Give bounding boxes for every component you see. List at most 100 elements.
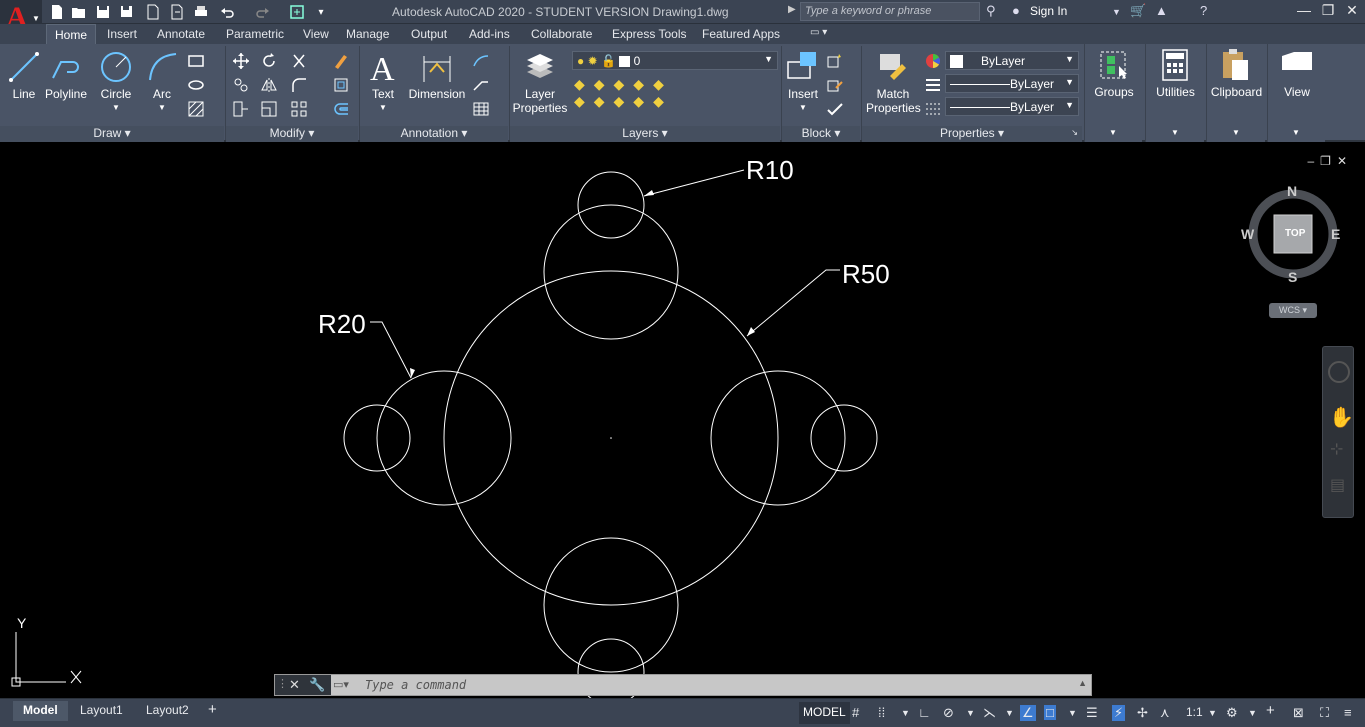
customize-menu-icon[interactable]: ≡ bbox=[1344, 705, 1352, 720]
a360-icon[interactable]: ▲ bbox=[1155, 3, 1168, 21]
customize-toolbar-icon[interactable]: ▾ bbox=[312, 3, 330, 21]
showmotion-icon[interactable]: ▤ bbox=[1330, 475, 1345, 495]
steering-wheel-icon[interactable] bbox=[1328, 361, 1350, 383]
chevron-down-icon[interactable]: ▼ bbox=[901, 708, 910, 718]
fullscreen-icon[interactable]: ⛶ bbox=[1320, 705, 1329, 721]
annotation-scale-value[interactable]: 1:1 bbox=[1186, 705, 1203, 719]
viewcube-top-face[interactable]: TOP bbox=[1285, 228, 1305, 239]
command-input[interactable]: Type a command bbox=[365, 678, 466, 692]
ortho-icon[interactable]: ∟ bbox=[918, 705, 931, 720]
arc-button[interactable]: Arc ▼ bbox=[146, 50, 178, 115]
isolate-objects-icon[interactable]: ⊠ bbox=[1293, 705, 1304, 721]
chevron-down-icon[interactable]: ▼ bbox=[1005, 708, 1014, 718]
circle-top-large[interactable] bbox=[543, 204, 679, 340]
tab-home[interactable]: Home bbox=[46, 24, 97, 45]
workspace-icon[interactable] bbox=[288, 3, 306, 21]
tab-insert[interactable]: Insert bbox=[107, 27, 137, 41]
search-input[interactable]: Type a keyword or phrase bbox=[800, 2, 980, 21]
save-web-icon[interactable] bbox=[168, 3, 186, 21]
edit-block-icon[interactable] bbox=[826, 76, 844, 94]
polyline-button[interactable]: Polyline bbox=[44, 50, 88, 101]
circle-right-small[interactable] bbox=[810, 404, 878, 472]
annotation-autoscale-icon[interactable]: ✢ bbox=[1137, 705, 1148, 721]
mirror-icon[interactable] bbox=[260, 76, 278, 94]
lineweight-icon[interactable] bbox=[924, 76, 942, 94]
viewport-restore-icon[interactable]: ❐ bbox=[1320, 154, 1337, 168]
utilities-panel[interactable]: Utilities ▼ bbox=[1145, 44, 1204, 142]
fillet-icon[interactable] bbox=[290, 76, 308, 94]
compass-south[interactable]: S bbox=[1288, 269, 1297, 285]
linetype-icon[interactable] bbox=[924, 100, 942, 118]
view-panel[interactable]: View ▼ bbox=[1267, 44, 1325, 142]
hatch-icon[interactable] bbox=[187, 100, 205, 118]
compass-north[interactable]: N bbox=[1287, 183, 1297, 199]
viewcube[interactable]: TOP N S E W bbox=[1241, 183, 1340, 285]
label-r50[interactable]: R50 bbox=[842, 259, 890, 289]
explode-icon[interactable] bbox=[332, 76, 350, 94]
properties-panel-title[interactable]: Properties ▾ ↘ bbox=[862, 126, 1082, 142]
wrench-icon[interactable]: 🔧 bbox=[309, 677, 325, 693]
chevron-down-icon[interactable]: ▼ bbox=[366, 101, 400, 115]
redo-icon[interactable] bbox=[254, 3, 272, 21]
leader-r10[interactable] bbox=[643, 169, 745, 197]
restore-button[interactable]: ❐ bbox=[1316, 2, 1340, 22]
linetype-dropdown[interactable]: ByLayer ▼ bbox=[945, 97, 1079, 116]
layout-tab-model[interactable]: Model bbox=[13, 701, 68, 721]
label-r20[interactable]: R20 bbox=[318, 309, 366, 339]
save-as-icon[interactable] bbox=[118, 3, 136, 21]
chevron-down-icon[interactable]: ▼ bbox=[1292, 128, 1300, 137]
save-icon[interactable] bbox=[94, 3, 112, 21]
tab-add-ins[interactable]: Add-ins bbox=[469, 27, 510, 41]
chevron-down-icon[interactable]: ▼ bbox=[98, 101, 134, 115]
annotation-panel-title[interactable]: Annotation ▾ bbox=[360, 126, 508, 142]
leader-icon[interactable] bbox=[472, 52, 490, 70]
trim-icon[interactable] bbox=[290, 52, 308, 70]
close-button[interactable]: ✕ bbox=[1340, 2, 1364, 22]
chevron-down-icon[interactable]: ▼ bbox=[786, 101, 820, 115]
drawing-canvas[interactable]: R10 R50 R20 Y –❐✕ bbox=[0, 146, 1365, 698]
tab-output[interactable]: Output bbox=[411, 27, 447, 41]
lineweight-dropdown[interactable]: ByLayer ▼ bbox=[945, 74, 1079, 93]
leader-r20[interactable] bbox=[370, 321, 412, 379]
chevron-down-icon[interactable]: ▼ bbox=[1109, 128, 1117, 137]
sign-in-button[interactable]: Sign In bbox=[1030, 4, 1067, 18]
match-properties-button[interactable]: Match Properties bbox=[866, 50, 921, 115]
drawing-geometry[interactable]: R10 R50 R20 Y bbox=[0, 146, 1365, 698]
label-r10[interactable]: R10 bbox=[746, 155, 794, 185]
array-icon[interactable] bbox=[290, 100, 308, 118]
tab-annotate[interactable]: Annotate bbox=[157, 27, 205, 41]
table-icon[interactable] bbox=[472, 100, 490, 118]
block-panel-title[interactable]: Block ▾ bbox=[782, 126, 860, 142]
stretch-icon[interactable] bbox=[232, 100, 250, 118]
minimize-button[interactable]: — bbox=[1292, 2, 1316, 22]
circle-button[interactable]: Circle ▼ bbox=[98, 50, 134, 115]
undo-icon[interactable] bbox=[218, 3, 236, 21]
user-icon[interactable]: ● bbox=[1012, 3, 1020, 21]
help-icon[interactable]: ? bbox=[1200, 3, 1207, 21]
grid-icon[interactable]: # bbox=[852, 705, 859, 720]
chevron-down-icon[interactable]: ▼ bbox=[966, 708, 975, 718]
annotation-scale-icon[interactable]: ⋏ bbox=[1160, 705, 1170, 721]
tab-parametric[interactable]: Parametric bbox=[226, 27, 284, 41]
wcs-menu-button[interactable]: WCS ▾ bbox=[1269, 303, 1317, 318]
layer-tools-grid[interactable]: ◆◆◆◆◆ ◆◆◆◆◆ bbox=[574, 76, 694, 120]
rectangle-icon[interactable] bbox=[187, 52, 205, 70]
layers-panel-title[interactable]: Layers ▾ bbox=[510, 126, 780, 142]
chevron-up-icon[interactable]: ▲ bbox=[1078, 678, 1087, 688]
object-snap-tracking-icon[interactable]: ∠ bbox=[1020, 705, 1036, 721]
chevron-down-icon[interactable]: ▼ bbox=[1171, 128, 1179, 137]
chevron-down-icon[interactable]: ▼ bbox=[1112, 7, 1121, 25]
line-button[interactable]: Line bbox=[6, 50, 42, 101]
isodraft-icon[interactable]: ⋋ bbox=[983, 705, 996, 721]
chevron-down-icon[interactable]: ▼ bbox=[146, 101, 178, 115]
groups-panel[interactable]: Groups ▼ bbox=[1084, 44, 1142, 142]
draw-panel-title[interactable]: Draw ▾ bbox=[0, 126, 224, 142]
text-button[interactable]: A Text ▼ bbox=[366, 50, 400, 115]
object-snap-icon[interactable]: □ bbox=[1044, 705, 1056, 720]
tab-collaborate[interactable]: Collaborate bbox=[531, 27, 592, 41]
chevron-right-icon[interactable]: ▶ bbox=[788, 4, 796, 15]
scale-icon[interactable] bbox=[260, 100, 278, 118]
ellipse-icon[interactable] bbox=[187, 76, 205, 94]
lineweight-toggle-icon[interactable]: ☰ bbox=[1086, 705, 1098, 721]
modify-panel-title[interactable]: Modify ▾ bbox=[226, 126, 358, 142]
